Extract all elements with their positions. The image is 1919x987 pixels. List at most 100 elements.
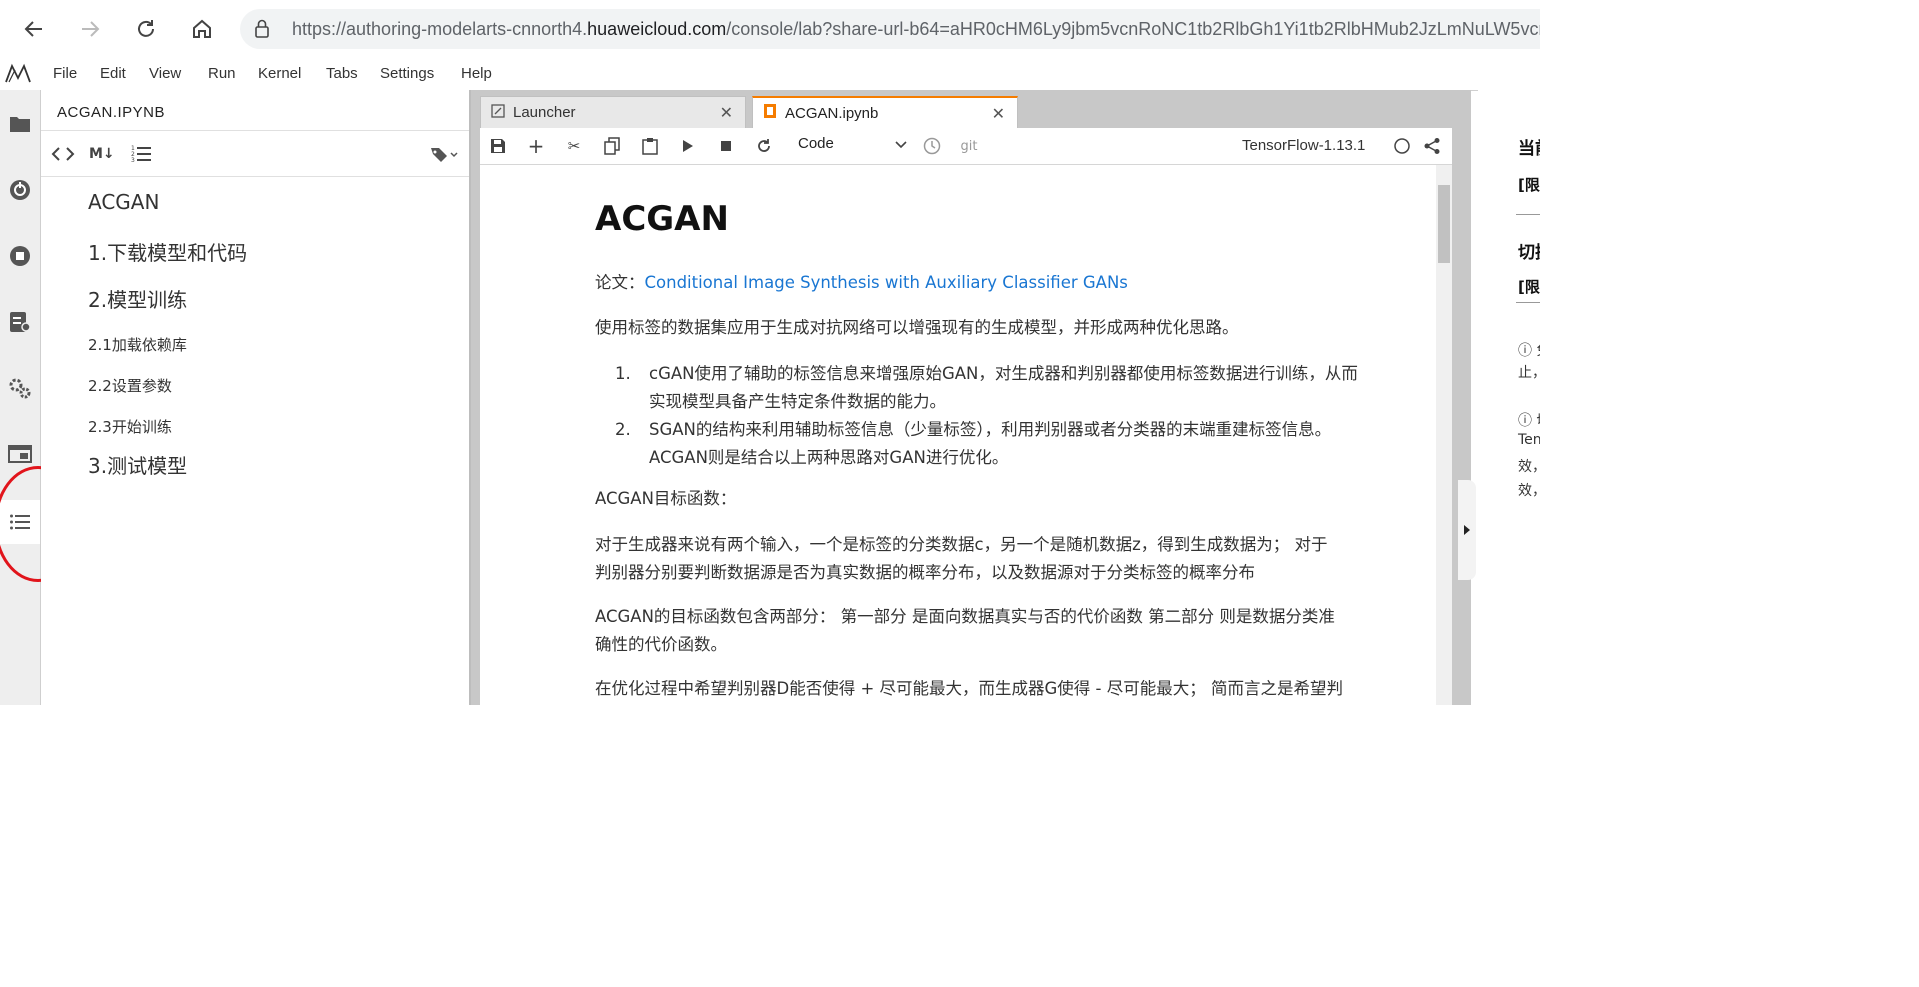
tab-acgan-notebook[interactable]: ACGAN.ipynb ✕ xyxy=(752,96,1018,128)
close-icon[interactable]: ✕ xyxy=(720,103,733,123)
paragraph: 在优化过程中希望判别器D能否使得 + 尽可能最大，而生成器G使得 - 尽可能最大… xyxy=(595,679,1343,698)
run-icon[interactable] xyxy=(678,136,698,156)
notebook-title: ACGAN xyxy=(595,199,729,239)
list-line: cGAN使用了辅助的标签信息来增强原始GAN，对生成器和判别器都使用标签数据进行… xyxy=(649,364,1358,383)
paragraph: ACGAN目标函数： xyxy=(595,489,737,508)
git-button[interactable]: git xyxy=(954,136,984,156)
chevron-right-icon xyxy=(1464,525,1470,535)
menu-tabs[interactable]: Tabs xyxy=(326,65,358,82)
close-icon[interactable]: ✕ xyxy=(992,104,1005,124)
right-panel-note: ⓘ 切 xyxy=(1518,413,1540,429)
share-icon[interactable] xyxy=(1422,136,1442,156)
divider xyxy=(1516,302,1540,303)
toc-panel-title: ACGAN.IPYNB xyxy=(57,104,166,121)
paper-line: 论文：Conditional Image Synthesis with Auxi… xyxy=(595,269,1128,297)
toc-item[interactable]: 2.模型训练 xyxy=(88,284,187,313)
menu-settings[interactable]: Settings xyxy=(380,65,434,82)
right-panel-note: 效， xyxy=(1518,483,1540,499)
right-panel-note: 效， xyxy=(1518,459,1540,475)
scrollbar[interactable] xyxy=(1436,165,1452,705)
paragraph-line: ACGAN的目标函数包含两部分： 第一部分 是面向数据真实与否的代价函数 第二部… xyxy=(595,607,1335,626)
reload-icon[interactable] xyxy=(128,11,164,47)
browser-toolbar: https://authoring-modelarts-cnnorth4.hua… xyxy=(0,0,1540,59)
cell-type-select[interactable]: Code xyxy=(798,135,908,157)
menu-kernel[interactable]: Kernel xyxy=(258,65,301,82)
menu-view[interactable]: View xyxy=(149,65,181,82)
url-host: https://authoring-modelarts-cnnorth4. xyxy=(292,19,588,39)
numbering-toggle-icon[interactable]: 123 xyxy=(131,142,153,166)
toc-item[interactable]: 3.测试模型 xyxy=(88,450,187,479)
toc-panel: ACGAN.IPYNB M↓ 123 ACGAN 1.下载模型和代码 2.模型训… xyxy=(41,90,471,705)
scrollbar-thumb[interactable] xyxy=(1438,185,1450,263)
lock-icon[interactable] xyxy=(254,19,270,43)
tab-label: Launcher xyxy=(513,104,576,121)
toc-item[interactable]: 2.3开始训练 xyxy=(88,416,172,437)
menu-edit[interactable]: Edit xyxy=(100,65,126,82)
git-extension-icon[interactable] xyxy=(6,176,34,204)
notebook-toolbar: + ✂ Code git TensorFlow-1.13.1 xyxy=(480,128,1452,165)
menu-run[interactable]: Run xyxy=(208,65,236,82)
folder-icon[interactable] xyxy=(6,110,34,138)
menu-help[interactable]: Help xyxy=(461,65,492,82)
paragraph-line: 判别器分别要判断数据源是否为真实数据的概率分布，以及数据源对于分类标签的概率分布 xyxy=(595,563,1255,582)
save-icon[interactable] xyxy=(488,136,508,156)
stop-icon[interactable] xyxy=(716,136,736,156)
url-text[interactable]: https://authoring-modelarts-cnnorth4.hua… xyxy=(292,19,1540,40)
tabs-panel-icon[interactable] xyxy=(6,440,34,468)
right-panel-text: 当前 xyxy=(1518,139,1540,159)
notebook-icon xyxy=(763,103,777,123)
settings-gears-icon[interactable] xyxy=(6,374,34,402)
activity-bar xyxy=(0,90,41,705)
history-clock-icon[interactable] xyxy=(922,136,942,156)
list-item: 1. cGAN使用了辅助的标签信息来增强原始GAN，对生成器和判别器都使用标签数… xyxy=(615,360,1395,416)
right-panel-note: Ten xyxy=(1518,432,1540,448)
tab-label: ACGAN.ipynb xyxy=(785,104,879,122)
launcher-icon xyxy=(491,103,505,122)
forward-icon[interactable] xyxy=(72,11,108,47)
right-panel-text: 切换 xyxy=(1518,243,1540,263)
list-line: ACGAN则是结合以上两种思路对GAN进行优化。 xyxy=(649,448,1009,467)
divider xyxy=(41,176,469,177)
tab-launcher[interactable]: Launcher ✕ xyxy=(480,96,746,128)
toc-item[interactable]: ACGAN xyxy=(88,190,159,214)
menu-file[interactable]: File xyxy=(53,65,77,82)
list-number: 1. xyxy=(615,364,631,383)
commands-icon[interactable] xyxy=(6,308,34,336)
list-line: 实现模型具备产生特定条件数据的能力。 xyxy=(649,392,946,411)
restart-icon[interactable] xyxy=(754,136,774,156)
tag-filter-icon[interactable] xyxy=(429,142,459,166)
paper-label: 论文： xyxy=(595,273,645,292)
add-cell-icon[interactable]: + xyxy=(526,134,546,158)
paste-icon[interactable] xyxy=(640,136,660,156)
markdown-toggle-icon[interactable]: M↓ xyxy=(89,142,115,166)
cut-icon[interactable]: ✂ xyxy=(564,136,584,156)
list-text: SGAN的结构来利用辅助标签信息（少量标签），利用判别器或者分类器的末端重建标签… xyxy=(649,416,1409,472)
paragraph-line: 确性的代价函数。 xyxy=(595,635,727,654)
right-info-panel: 当前 [限 切换 [限 ⓘ 免 止， ⓘ 切 Ten 效， 效， xyxy=(1478,90,1540,705)
code-toggle-icon[interactable] xyxy=(51,142,75,166)
jupyter-menubar: File Edit View Run Kernel Tabs Settings … xyxy=(0,58,1540,91)
modelarts-logo-icon xyxy=(4,62,36,90)
right-panel-note: ⓘ 免 xyxy=(1518,343,1540,359)
right-panel-expand-handle[interactable] xyxy=(1458,480,1476,580)
notebook-content[interactable]: ACGAN 论文：Conditional Image Synthesis wit… xyxy=(480,165,1436,705)
toc-item[interactable]: 2.2设置参数 xyxy=(88,375,172,396)
paragraph: ACGAN的目标函数包含两部分： 第一部分 是面向数据真实与否的代价函数 第二部… xyxy=(595,603,1395,659)
list-text: cGAN使用了辅助的标签信息来增强原始GAN，对生成器和判别器都使用标签数据进行… xyxy=(649,360,1409,416)
address-bar[interactable]: https://authoring-modelarts-cnnorth4.hua… xyxy=(240,9,1540,49)
back-icon[interactable] xyxy=(16,11,52,47)
url-domain: huaweicloud.com xyxy=(587,19,727,39)
divider xyxy=(41,130,469,131)
kernel-status-icon xyxy=(1392,136,1412,156)
toc-item[interactable]: 1.下载模型和代码 xyxy=(88,237,247,266)
toc-item[interactable]: 2.1加载依赖库 xyxy=(88,334,187,355)
right-panel-text: [限 xyxy=(1518,278,1540,296)
paper-link[interactable]: Conditional Image Synthesis with Auxilia… xyxy=(645,273,1128,292)
copy-icon[interactable] xyxy=(602,136,622,156)
kernel-name[interactable]: TensorFlow-1.13.1 xyxy=(1242,137,1365,154)
paragraph: 使用标签的数据集应用于生成对抗网络可以增强现有的生成模型，并形成两种优化思路。 xyxy=(595,318,1239,337)
home-icon[interactable] xyxy=(184,11,220,47)
list-line: SGAN的结构来利用辅助标签信息（少量标签），利用判别器或者分类器的末端重建标签… xyxy=(649,420,1332,439)
running-sessions-icon[interactable] xyxy=(6,242,34,270)
cell-type-value: Code xyxy=(798,135,834,152)
